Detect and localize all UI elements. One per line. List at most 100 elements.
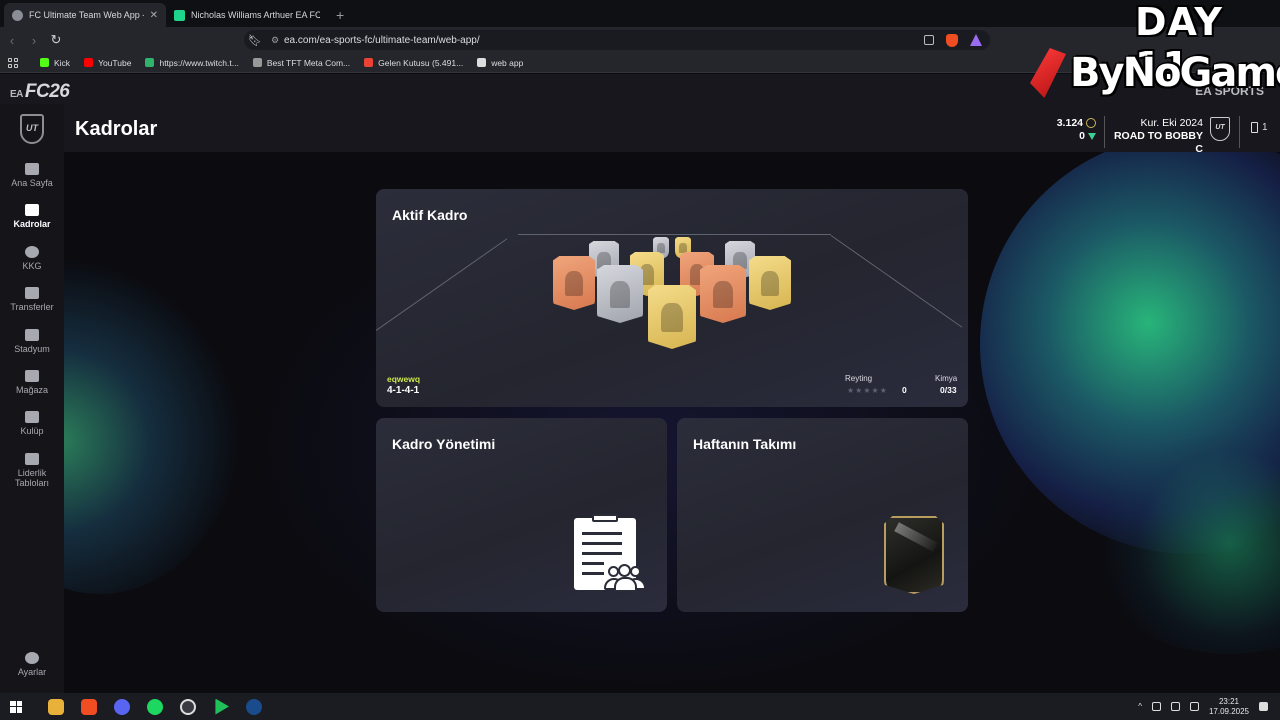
season-date: Kur. Eki 2024 (1140, 117, 1203, 129)
squad-management-tile[interactable]: Kadro Yönetimi (376, 418, 667, 612)
ea-favicon-icon (12, 9, 23, 21)
sidebar-item-label: Ayarlar (17, 667, 47, 677)
bookmark-gmail[interactable]: Gelen Kutusu (5.491... (364, 58, 463, 68)
sidebar-item-settings[interactable]: Ayarlar (0, 652, 64, 677)
bynogame-logo: ByNoGame (1030, 48, 1280, 98)
obs-icon[interactable] (180, 698, 196, 715)
bookmark-icon[interactable]: 🔖︎ (244, 34, 266, 47)
forward-arrow-icon[interactable]: › (24, 33, 44, 48)
web-app-page: EA FC26 EA SPORTS UT Ana Sayfa Kadrolar K… (0, 74, 1280, 693)
club-badge-icon[interactable]: UT (1210, 117, 1230, 141)
brave-icon[interactable] (81, 698, 97, 715)
active-squad-tile[interactable]: Aktif Kadro eqwewq 4-1-4-1 Reyting ★★★★★… (376, 189, 968, 407)
sidebar-item-store[interactable]: Mağaza (0, 370, 64, 395)
sidebar-item-leaderboards[interactable]: Liderlik Tabloları (0, 453, 64, 488)
sidebar-item-club[interactable]: Kulüp (0, 411, 64, 436)
team-of-the-week-tile[interactable]: Haftanın Takımı (677, 418, 968, 612)
futbin-favicon-icon (174, 9, 185, 21)
close-tab-icon[interactable]: ✕ (150, 10, 158, 21)
pitch-line (830, 235, 963, 328)
leaderboard-icon (25, 453, 39, 465)
spotify-icon[interactable] (147, 698, 163, 715)
sbc-icon (25, 246, 39, 258)
player-card[interactable] (700, 265, 746, 323)
sidebar-item-home[interactable]: Ana Sayfa (0, 163, 64, 188)
chevron-up-icon[interactable]: ^ (1138, 702, 1142, 711)
squad-icon (25, 204, 39, 216)
back-arrow-icon[interactable]: ‹ (2, 33, 22, 48)
card-stack-icon (1251, 122, 1258, 133)
brave-shields-icon[interactable] (946, 33, 958, 47)
bookmark-youtube[interactable]: YouTube (84, 58, 131, 68)
windows-start-icon[interactable] (10, 700, 22, 713)
share-icon[interactable] (924, 35, 934, 45)
bookmark-label: Best TFT Meta Com... (266, 57, 351, 68)
browser-tab[interactable]: Nicholas Williams Arthuer EA FC 26 · (166, 3, 328, 27)
sidebar-item-label: Kulüp (20, 426, 44, 436)
kick-icon (40, 58, 49, 67)
transfer-icon (25, 287, 39, 299)
home-icon (25, 163, 39, 175)
bookmark-twitch[interactable]: https://www.twitch.t... (145, 58, 239, 68)
points-value: 0 (1040, 130, 1096, 143)
pitch-line (518, 234, 831, 235)
bookmark-webapp[interactable]: web app (477, 58, 523, 68)
rating-label: Reyting (845, 374, 873, 383)
sidebar-item-label: Kadrolar (13, 219, 51, 229)
bookmark-tft[interactable]: Best TFT Meta Com... (252, 57, 351, 68)
site-info-icon[interactable]: ⚙︎ (266, 35, 284, 46)
youtube-icon (84, 58, 94, 67)
season-info: Kur. Eki 2024 ROAD TO BOBBY C (1108, 117, 1203, 156)
apps-grid-icon[interactable] (8, 57, 18, 68)
windows-taskbar: ^ 23:21 17.09.2025 (0, 693, 1280, 720)
sidebar: UT (0, 104, 64, 693)
divider (1104, 116, 1105, 148)
club-icon (25, 411, 39, 423)
notification-center-icon[interactable] (1259, 702, 1268, 711)
player-card[interactable] (597, 265, 643, 323)
tab-title: Nicholas Williams Arthuer EA FC 26 · (191, 10, 320, 20)
player-card[interactable] (648, 285, 696, 349)
sidebar-item-squads[interactable]: Kadrolar (0, 204, 64, 229)
squad-name: eqwewq (387, 374, 421, 384)
notifications-button[interactable]: 1 (1251, 122, 1268, 133)
tile-title: Aktif Kadro (392, 207, 468, 223)
rating-value: 0 (902, 385, 907, 395)
play-app-icon[interactable] (215, 698, 229, 715)
url-field[interactable]: 🔖︎ ⚙︎ ea.com/ea-sports-fc/ultimate-team/… (244, 30, 990, 50)
tile-title: Haftanın Takımı (693, 436, 797, 452)
player-card[interactable] (749, 256, 791, 310)
coins-value: 3.124 (1040, 117, 1096, 130)
stadium-icon (25, 329, 39, 341)
bookmark-label: Kick (54, 57, 71, 68)
clock-time: 23:21 (1218, 696, 1239, 706)
steam-icon[interactable] (246, 698, 262, 715)
network-icon[interactable] (1170, 702, 1180, 711)
sidebar-item-label: Tabloları (14, 478, 50, 488)
sidebar-item-sbc[interactable]: KKG (0, 246, 64, 271)
browser-tab-active[interactable]: FC Ultimate Team Web App - EA ✕ (4, 3, 166, 27)
sidebar-item-transfers[interactable]: Transferler (0, 287, 64, 312)
brave-rewards-icon[interactable] (970, 34, 982, 46)
file-explorer-icon[interactable] (48, 698, 64, 715)
reload-icon[interactable]: ↻ (46, 32, 66, 48)
new-tab-button[interactable]: + (336, 7, 344, 23)
bookmark-kick[interactable]: Kick (40, 58, 70, 68)
bookmark-label: Gelen Kutusu (5.491... (378, 57, 464, 68)
discord-icon[interactable] (114, 698, 130, 715)
tab-title: FC Ultimate Team Web App - EA (29, 10, 144, 20)
squad-formation: 4-1-4-1 (387, 385, 420, 396)
tft-icon (252, 58, 262, 67)
microphone-icon[interactable] (1151, 702, 1161, 711)
url-text: ea.com/ea-sports-fc/ultimate-team/web-ap… (284, 34, 480, 46)
logo-text: FC26 (24, 81, 70, 102)
rating-stars: ★★★★★ (847, 386, 888, 395)
sidebar-item-stadium[interactable]: Stadyum (0, 329, 64, 354)
bynogame-mark-icon (1030, 48, 1066, 98)
bookmark-label: YouTube (98, 57, 132, 68)
people-icon (604, 564, 648, 594)
player-card[interactable] (553, 256, 595, 310)
volume-icon[interactable] (1189, 702, 1199, 711)
clock[interactable]: 23:21 17.09.2025 (1209, 697, 1249, 717)
cart-icon (25, 370, 39, 382)
